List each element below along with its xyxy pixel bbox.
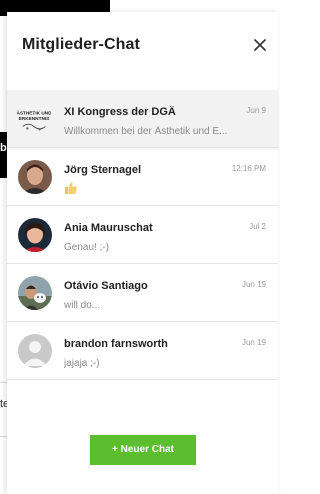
chat-list-item[interactable]: Otávio Santiago Jun 19 will do... — [7, 264, 278, 322]
chat-list-item[interactable]: brandon farnsworth Jun 19 jajaja ;-) — [7, 322, 278, 380]
chat-name: Ania Mauruschat — [64, 222, 153, 234]
chat-list-item[interactable]: Ania Mauruschat Jul 2 Genau! ;-) — [7, 206, 278, 264]
chat-preview: Genau! ;-) — [64, 242, 110, 253]
chat-name: XI Kongress der DGÄ — [64, 106, 176, 118]
close-icon — [254, 39, 266, 51]
chat-preview: will do... — [64, 300, 101, 311]
chat-date: Jul 2 — [249, 222, 266, 231]
congress-logo-avatar: ÄSTHETIK UND ERKENNTNIS — [17, 102, 53, 136]
chat-name: Jörg Sternagel — [64, 164, 142, 176]
chat-list-item[interactable]: Jörg Sternagel 12:16 PM — [7, 148, 278, 206]
chat-panel: Mitglieder-Chat ÄSTHETIK UND ERKENNTNIS … — [7, 12, 278, 494]
new-chat-button[interactable]: + Neuer Chat — [90, 435, 196, 465]
chat-date: 12:16 PM — [231, 164, 266, 173]
user-avatar — [18, 160, 52, 194]
background-divider — [0, 436, 7, 437]
user-avatar — [18, 218, 52, 252]
chat-list: ÄSTHETIK UND ERKENNTNIS XI Kongress der … — [7, 90, 278, 380]
chat-date: Jun 19 — [241, 338, 266, 347]
thumbs-up-icon — [64, 181, 78, 195]
user-avatar — [18, 276, 52, 310]
chat-date: Jun 19 — [241, 280, 266, 289]
chat-list-item[interactable]: ÄSTHETIK UND ERKENNTNIS XI Kongress der … — [7, 90, 278, 148]
chat-preview: jajaja ;-) — [64, 358, 100, 369]
panel-title: Mitglieder-Chat — [22, 36, 140, 53]
background-side-block: b — [0, 132, 7, 178]
chat-preview: Willkommen bei der Ästhetik und E... — [64, 126, 228, 137]
background-divider — [0, 382, 7, 383]
background-text-fragment: te — [0, 398, 7, 410]
chat-name: brandon farnsworth — [64, 338, 168, 350]
chat-panel-header: Mitglieder-Chat — [7, 12, 278, 78]
chat-date: Jun 9 — [246, 106, 266, 115]
default-user-icon — [18, 334, 52, 368]
close-button[interactable] — [247, 32, 273, 58]
chat-name: Otávio Santiago — [64, 280, 148, 292]
svg-text:ERKENNTNIS: ERKENNTNIS — [19, 116, 50, 122]
